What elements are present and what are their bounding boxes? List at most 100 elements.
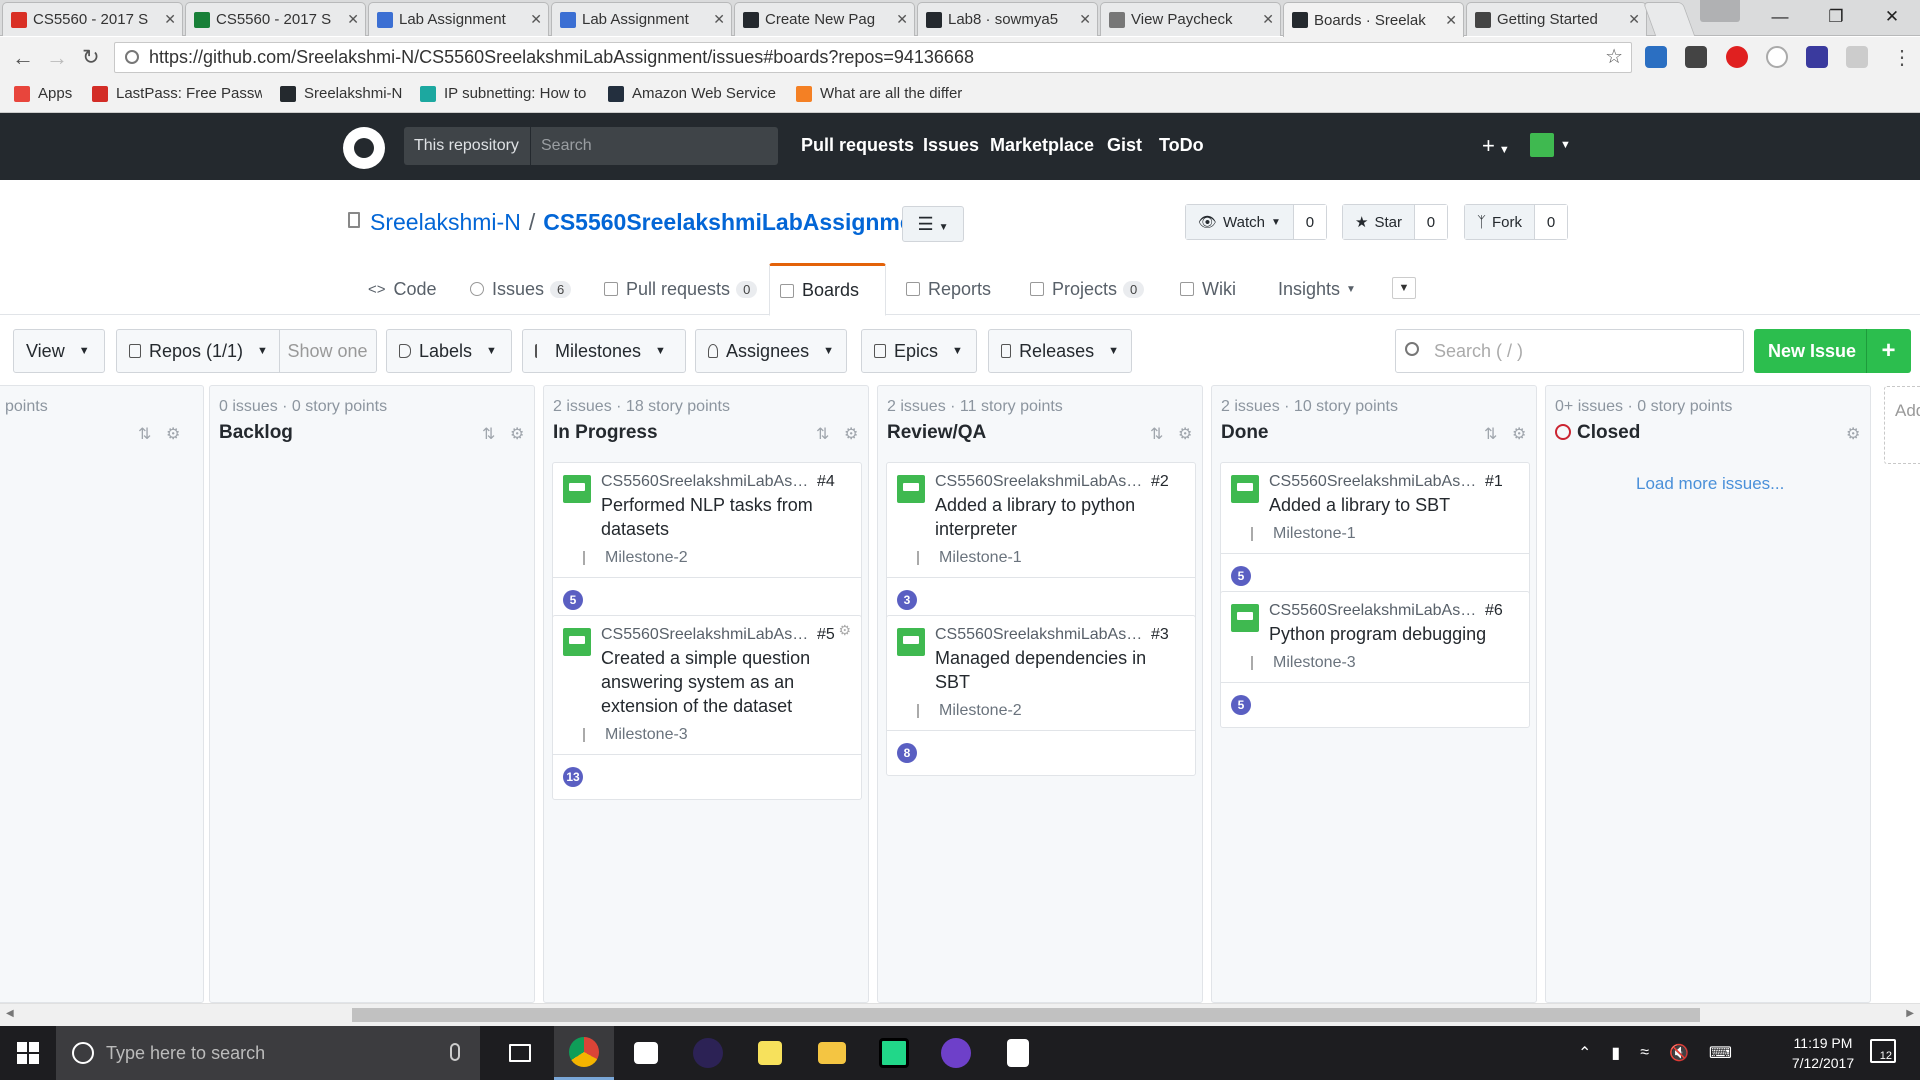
issue-repo-name[interactable]: CS5560SreelakshmiLabAssi... — [1269, 602, 1477, 620]
browser-menu-icon[interactable]: ⋮ — [1892, 45, 1912, 70]
issue-number[interactable]: #6 — [1485, 602, 1503, 620]
create-new-plus-icon[interactable]: + ▼ — [1482, 133, 1510, 159]
tab-projects[interactable]: Projects 0 — [1020, 263, 1154, 315]
github-search-input[interactable] — [530, 127, 778, 165]
tab-pull-requests[interactable]: Pull requests 0 — [594, 263, 767, 315]
scrollbar-thumb[interactable] — [352, 1008, 1700, 1022]
labels-dropdown[interactable]: Labels ▼ — [386, 329, 512, 373]
issue-repo-name[interactable]: CS5560SreelakshmiLabAssi... — [935, 626, 1143, 644]
issue-title[interactable]: Performed NLP tasks from datasets — [601, 493, 851, 541]
taskbar-eclipse[interactable] — [678, 1026, 738, 1080]
extension-circle-icon[interactable] — [1766, 46, 1788, 68]
close-tab-icon[interactable]: ✕ — [713, 11, 725, 28]
taskbar-store[interactable] — [616, 1026, 676, 1080]
page-info-icon[interactable] — [125, 50, 139, 64]
story-points-badge[interactable]: 3 — [897, 590, 917, 610]
address-bar[interactable]: https://github.com/Sreelakshmi-N/CS5560S… — [114, 42, 1632, 73]
issue-number[interactable]: #4 — [817, 473, 835, 491]
bookmark-star-icon[interactable]: ☆ — [1605, 43, 1623, 72]
show-one-button[interactable]: Show one — [279, 330, 375, 372]
tab-wiki[interactable]: Wiki — [1170, 263, 1246, 315]
gear-icon[interactable]: ⚙ — [510, 424, 524, 444]
plus-icon[interactable]: + — [1866, 329, 1910, 373]
nav-todo[interactable]: ToDo — [1159, 135, 1204, 156]
scroll-right-icon[interactable]: ▶ — [1906, 1008, 1914, 1019]
close-tab-icon[interactable]: ✕ — [896, 11, 908, 28]
issue-number[interactable]: #1 — [1485, 473, 1503, 491]
star-button[interactable]: ★ Star — [1343, 205, 1415, 239]
volume-muted-icon[interactable]: 🔇 — [1669, 1043, 1689, 1063]
more-tabs-chevron-icon[interactable]: ▼ — [1392, 277, 1416, 299]
repo-list-menu-button[interactable]: ☰ ▼ — [902, 206, 964, 242]
taskbar-calculator[interactable] — [988, 1026, 1048, 1080]
nav-issues[interactable]: Issues — [923, 135, 979, 156]
issue-number[interactable]: #3 — [1151, 626, 1169, 644]
sort-icon[interactable]: ⇅ — [1150, 424, 1163, 444]
taskbar-github-desktop[interactable] — [926, 1026, 986, 1080]
story-points-badge[interactable]: 8 — [897, 743, 917, 763]
browser-tab[interactable]: Boards · Sreelak ✕ — [1283, 2, 1464, 37]
milestone-label[interactable]: Milestone-1 — [939, 549, 1022, 567]
extension-puzzle-icon[interactable] — [1806, 46, 1828, 68]
issue-card[interactable]: CS5560SreelakshmiLabAssi... #4 Performed N… — [552, 462, 862, 623]
sort-icon[interactable]: ⇅ — [138, 424, 151, 444]
gear-icon[interactable]: ⚙ — [844, 424, 858, 444]
browser-tab[interactable]: Lab Assignment ✕ — [368, 2, 549, 36]
browser-profile-button[interactable] — [1700, 0, 1740, 22]
extension-key-icon[interactable] — [1846, 46, 1868, 68]
battery-icon[interactable]: ▮ — [1611, 1043, 1620, 1063]
taskbar-search-box[interactable]: Type here to search — [56, 1026, 480, 1080]
repo-owner-link[interactable]: Sreelakshmi-N — [370, 209, 521, 236]
issue-card[interactable]: CS5560SreelakshmiLabAssi... #1 Added a lib… — [1220, 462, 1530, 599]
search-scope[interactable]: This repository — [404, 127, 530, 165]
watch-button[interactable]: 👁 Watch ▼ — [1186, 205, 1294, 239]
browser-tab[interactable]: View Paycheck ✕ — [1100, 2, 1281, 36]
fork-button[interactable]: ᛉ Fork — [1465, 205, 1536, 239]
issue-title[interactable]: Created a simple question answering syst… — [601, 646, 851, 718]
extension-opera-icon[interactable] — [1726, 46, 1748, 68]
browser-tab[interactable]: Lab Assignment ✕ — [551, 2, 732, 36]
bookmark-item[interactable]: LastPass: Free Passwo — [92, 85, 262, 102]
new-issue-button[interactable]: New Issue + — [1754, 329, 1911, 373]
milestone-label[interactable]: Milestone-1 — [1273, 525, 1356, 543]
issue-card[interactable]: ⚙ CS5560SreelakshmiLabAssi... #5 Created a … — [552, 615, 862, 800]
taskbar-pycharm[interactable] — [864, 1026, 924, 1080]
start-button[interactable] — [0, 1026, 56, 1080]
milestones-dropdown[interactable]: Milestones ▼ — [522, 329, 686, 373]
close-window-icon[interactable]: ✕ — [1864, 0, 1920, 34]
extension-lastpass-icon[interactable] — [1685, 46, 1707, 68]
sort-icon[interactable]: ⇅ — [816, 424, 829, 444]
taskbar-sticky-notes[interactable] — [740, 1026, 800, 1080]
milestone-label[interactable]: Milestone-2 — [939, 702, 1022, 720]
tab-code[interactable]: <> Code — [358, 263, 447, 315]
restore-icon[interactable]: ❐ — [1808, 0, 1864, 34]
bookmark-item[interactable]: What are all the differ — [796, 85, 962, 102]
card-gear-icon[interactable]: ⚙ — [838, 622, 851, 639]
user-avatar-menu[interactable]: ▼ — [1530, 133, 1571, 157]
action-center-icon[interactable]: 12 — [1870, 1039, 1896, 1063]
star-count[interactable]: 0 — [1414, 205, 1447, 239]
gear-icon[interactable]: ⚙ — [166, 424, 180, 444]
issue-title[interactable]: Python program debugging — [1269, 622, 1519, 646]
bookmark-item[interactable]: Amazon Web Service — [608, 85, 776, 102]
taskbar-clock[interactable]: 11:19 PM 7/12/2017 — [1778, 1033, 1868, 1073]
releases-dropdown[interactable]: Releases ▼ — [988, 329, 1132, 373]
taskbar-file-explorer[interactable] — [802, 1026, 862, 1080]
issue-number[interactable]: #2 — [1151, 473, 1169, 491]
issue-title[interactable]: Added a library to python interpreter — [935, 493, 1185, 541]
issue-title[interactable]: Managed dependencies in SBT — [935, 646, 1185, 694]
milestone-label[interactable]: Milestone-3 — [605, 726, 688, 744]
issue-card[interactable]: CS5560SreelakshmiLabAssi... #6 Python prog… — [1220, 591, 1530, 728]
nav-gist[interactable]: Gist — [1107, 135, 1142, 156]
taskbar-chrome[interactable] — [554, 1026, 614, 1080]
tab-issues[interactable]: Issues 6 — [460, 263, 581, 315]
extension-zotero-icon[interactable] — [1645, 46, 1667, 68]
show-hidden-icons-chevron-icon[interactable]: ⌃ — [1578, 1043, 1591, 1063]
close-tab-icon[interactable]: ✕ — [164, 11, 176, 28]
story-points-badge[interactable]: 13 — [563, 767, 583, 787]
tab-boards[interactable]: Boards — [769, 263, 886, 316]
assignees-dropdown[interactable]: Assignees ▼ — [695, 329, 847, 373]
load-more-issues-link[interactable]: Load more issues... — [1636, 474, 1784, 494]
milestone-label[interactable]: Milestone-2 — [605, 549, 688, 567]
wifi-icon[interactable]: ≈ — [1640, 1044, 1649, 1062]
